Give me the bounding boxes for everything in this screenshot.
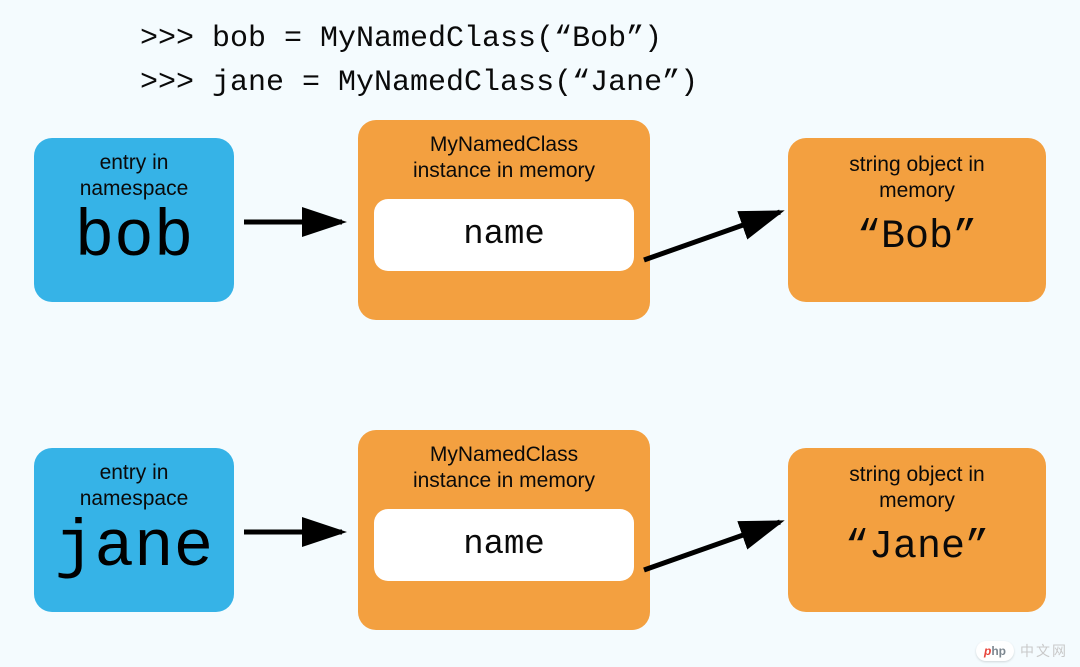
instance-box: MyNamedClassinstance in memory name — [358, 120, 650, 320]
namespace-name: jane — [34, 515, 234, 581]
namespace-box: entry innamespace jane — [34, 448, 234, 612]
string-box: string object inmemory “Bob” — [788, 138, 1046, 302]
arrow-icon — [238, 204, 358, 244]
instance-label: MyNamedClassinstance in memory — [374, 132, 634, 185]
watermark-logo-rest: hp — [991, 644, 1006, 658]
string-value: “Jane” — [788, 525, 1046, 570]
code-line-1: >>> bob = MyNamedClass(“Bob”) — [140, 18, 698, 62]
attribute-box: name — [374, 509, 634, 581]
diagram-row-jane: entry innamespace jane MyNamedClassinsta… — [0, 430, 1080, 630]
string-label: string object inmemory — [788, 462, 1046, 515]
instance-label: MyNamedClassinstance in memory — [374, 442, 634, 495]
instance-box: MyNamedClassinstance in memory name — [358, 430, 650, 630]
string-box: string object inmemory “Jane” — [788, 448, 1046, 612]
arrow-icon — [638, 508, 798, 588]
namespace-name: bob — [34, 205, 234, 271]
string-value: “Bob” — [788, 215, 1046, 260]
attribute-name: name — [463, 216, 545, 254]
attribute-box: name — [374, 199, 634, 271]
namespace-box: entry innamespace bob — [34, 138, 234, 302]
diagram-row-bob: entry innamespace bob MyNamedClassinstan… — [0, 120, 1080, 320]
watermark-logo: php — [976, 641, 1014, 661]
namespace-label: entry innamespace — [34, 150, 234, 203]
attribute-name: name — [463, 526, 545, 564]
watermark: php 中文网 — [976, 641, 1068, 661]
watermark-text: 中文网 — [1020, 641, 1068, 661]
code-block: >>> bob = MyNamedClass(“Bob”) >>> jane =… — [140, 18, 698, 105]
string-label: string object inmemory — [788, 152, 1046, 205]
namespace-label: entry innamespace — [34, 460, 234, 513]
arrow-icon — [638, 198, 798, 278]
code-line-2: >>> jane = MyNamedClass(“Jane”) — [140, 62, 698, 106]
arrow-icon — [238, 514, 358, 554]
